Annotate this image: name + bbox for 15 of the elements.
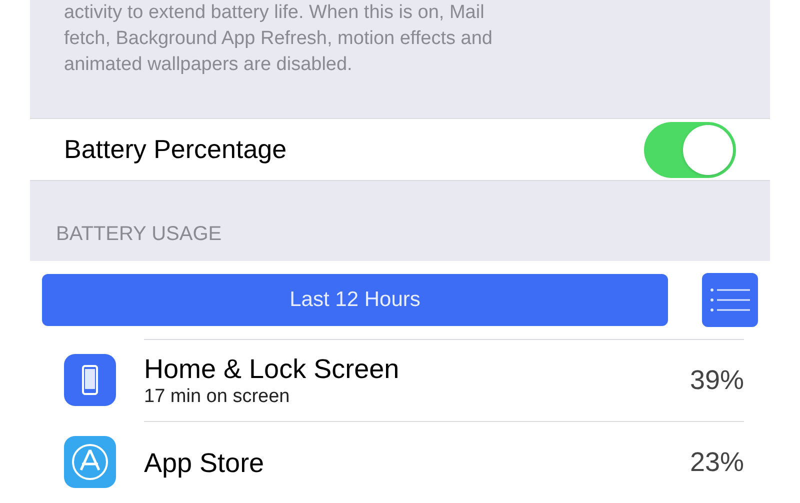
app-detail: 17 min on screen <box>144 384 291 408</box>
app-name: Home & Lock Screen <box>144 352 400 384</box>
app-store-icon <box>64 436 116 488</box>
usage-percent: 23% <box>690 446 744 480</box>
list-icon <box>710 288 750 312</box>
setting-label: Battery Percentage <box>64 133 287 166</box>
app-name: App Store <box>144 446 264 478</box>
section-header: BATTERY USAGE <box>56 222 222 247</box>
period-tab[interactable]: Last 12 Hours <box>42 274 668 326</box>
phone-icon <box>64 354 116 406</box>
list-view-button[interactable] <box>702 273 758 327</box>
usage-percent: 39% <box>690 364 744 398</box>
description-text: animated wallpapers are disabled. <box>64 53 354 77</box>
description-text: fetch, Background App Refresh, motion effects and <box>64 27 494 51</box>
description-text: activity to extend battery life. When this is on, Mail <box>64 1 486 25</box>
